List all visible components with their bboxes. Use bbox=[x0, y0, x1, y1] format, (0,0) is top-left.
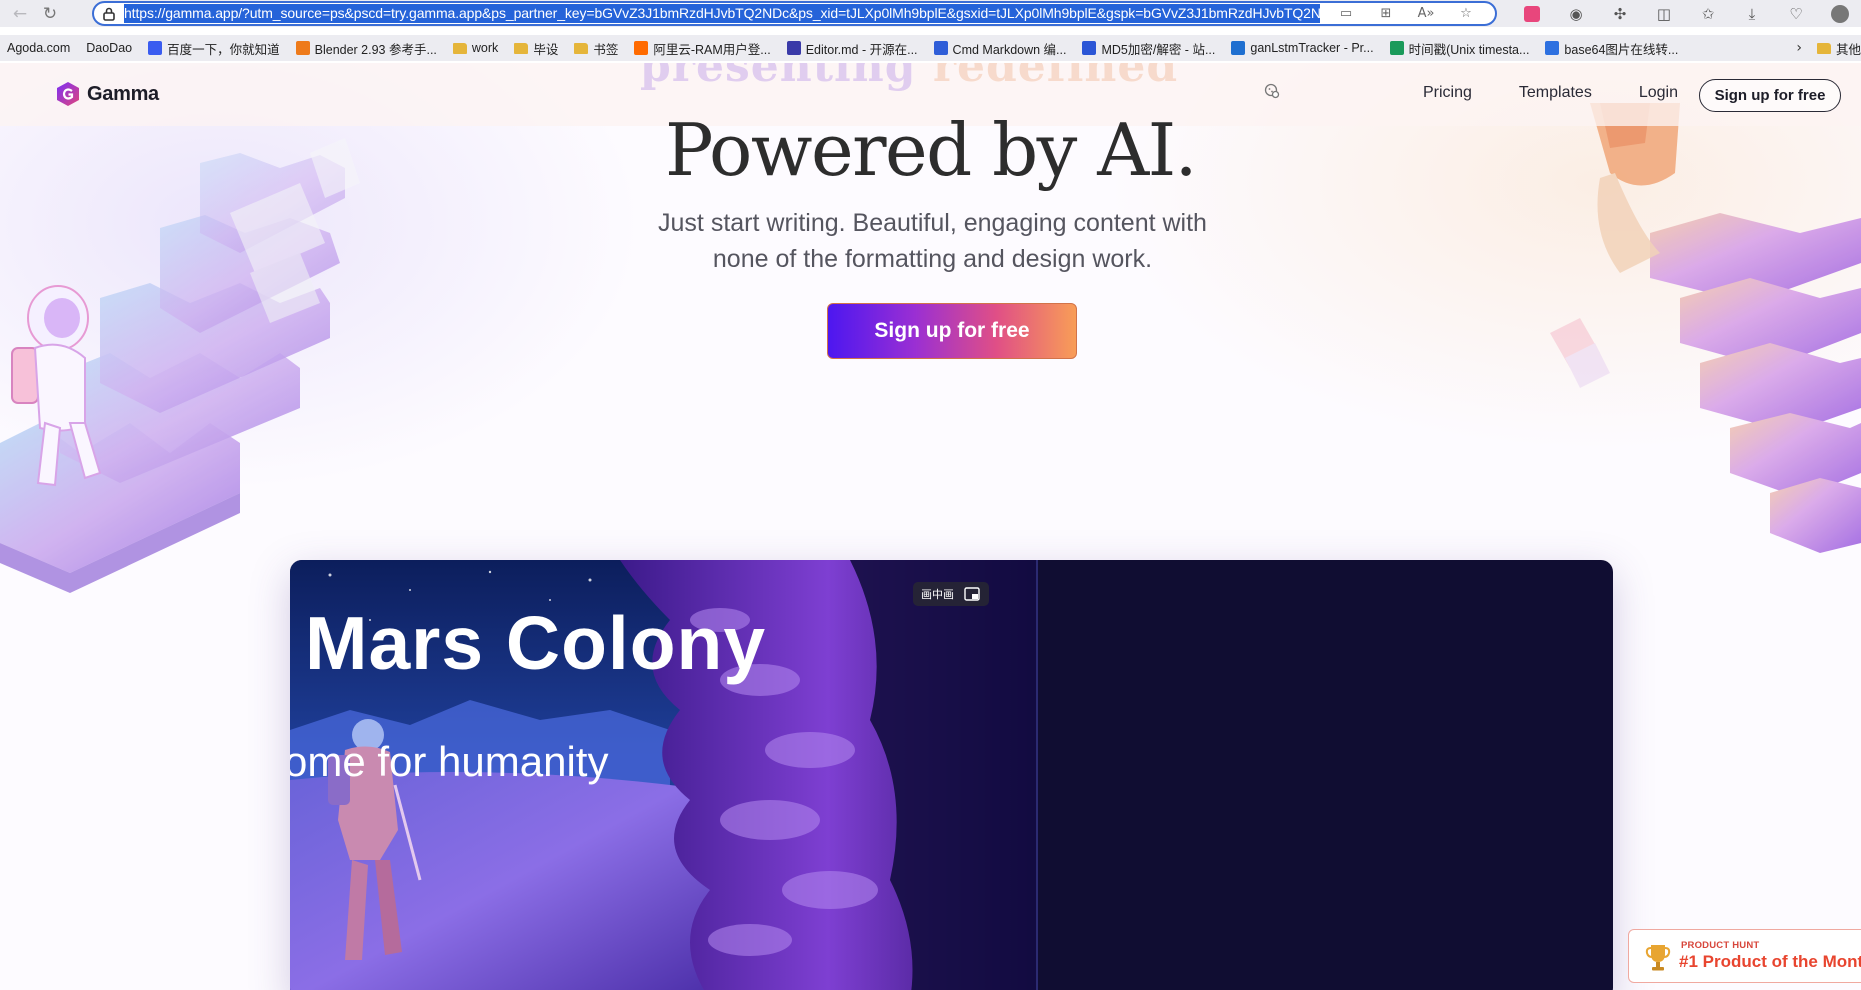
faded-word-redefined: redefined bbox=[932, 63, 1179, 92]
bookmark-item[interactable]: 毕设 bbox=[507, 35, 567, 61]
favorites-icon[interactable]: ✩ bbox=[1686, 0, 1730, 27]
bookmarks-more-chevron-icon[interactable]: › bbox=[1796, 40, 1802, 56]
url-text[interactable]: https://gamma.app/?utm_source=ps&pscd=tr… bbox=[124, 4, 1320, 23]
product-hunt-award: #1 Product of the Month bbox=[1679, 952, 1861, 971]
bookmark-item[interactable]: 阿里云-RAM用户登... bbox=[627, 35, 779, 61]
pip-icon bbox=[964, 587, 980, 601]
cmd-favicon-icon bbox=[933, 41, 948, 55]
hero-signup-button[interactable]: Sign up for free bbox=[827, 303, 1077, 359]
folder-icon bbox=[452, 42, 467, 54]
hero-subtitle: Just start writing. Beautiful, engaging … bbox=[658, 209, 1207, 273]
extension-glasses-icon[interactable]: ◉ bbox=[1554, 0, 1598, 27]
bookmark-label: 时间戳(Unix timesta... bbox=[1408, 42, 1530, 57]
bookmark-label: Cmd Markdown 编... bbox=[952, 42, 1067, 57]
profile-avatar-icon[interactable] bbox=[1818, 0, 1861, 27]
baidu-favicon-icon bbox=[148, 41, 163, 55]
app-available-icon[interactable]: ▭ bbox=[1326, 3, 1366, 24]
bookmark-label: ganLstmTracker - Pr... bbox=[1250, 41, 1374, 55]
bookmark-label: Editor.md - 开源在... bbox=[805, 42, 918, 57]
bookmark-item[interactable]: Cmd Markdown 编... bbox=[927, 35, 1076, 61]
demo-divider bbox=[1036, 560, 1038, 990]
bookmark-label: 百度一下，你就知道 bbox=[167, 42, 280, 57]
bookmark-label: 其他 bbox=[1835, 42, 1861, 57]
product-hunt-label: PRODUCT HUNT bbox=[1681, 940, 1760, 951]
bookmark-item[interactable]: work bbox=[446, 35, 507, 61]
back-arrow-icon[interactable]: ← bbox=[5, 0, 35, 27]
gamma-landing-page: Gamma Pricing Templates Login Sign up fo… bbox=[0, 63, 1861, 990]
pip-label: 画中画 bbox=[921, 589, 954, 601]
faded-word-presenting: presenting bbox=[640, 63, 917, 92]
trophy-icon bbox=[1645, 945, 1671, 971]
bookmark-item[interactable]: base64图片在线转... bbox=[1538, 35, 1687, 61]
bookmark-item[interactable]: Blender 2.93 参考手... bbox=[289, 35, 446, 61]
bookmark-item[interactable]: 书签 bbox=[567, 35, 627, 61]
timestamp-favicon-icon bbox=[1389, 41, 1404, 55]
read-aloud-icon[interactable]: A» bbox=[1406, 3, 1446, 24]
extensions-puzzle-icon[interactable]: ✣ bbox=[1598, 0, 1642, 27]
bookmark-label: 阿里云-RAM用户登... bbox=[653, 42, 771, 57]
bookmark-label: 毕设 bbox=[533, 42, 559, 57]
bookmark-item[interactable]: Editor.md - 开源在... bbox=[780, 35, 927, 61]
bookmark-label: base64图片在线转... bbox=[1564, 42, 1679, 57]
faded-headline-scrolled: presenting redefined bbox=[640, 63, 1178, 92]
blender-favicon-icon bbox=[295, 41, 310, 55]
aliyun-favicon-icon bbox=[634, 41, 649, 55]
folder-icon bbox=[1816, 42, 1831, 54]
bookmark-item[interactable]: ganLstmTracker - Pr... bbox=[1224, 35, 1382, 61]
bookmark-label: 书签 bbox=[593, 42, 619, 57]
bookmark-label: work bbox=[471, 41, 499, 55]
bookmark-item[interactable]: MD5加密/解密 - 站... bbox=[1075, 35, 1224, 61]
on-favicon-icon bbox=[1231, 41, 1246, 55]
bookmarks-bar: Agoda.com DaoDao 百度一下，你就知道 Blender 2.93 参考手… bbox=[0, 35, 1861, 112]
picture-in-picture-button[interactable]: 画中画 bbox=[913, 582, 989, 606]
extension-translate-icon[interactable] bbox=[1510, 0, 1554, 27]
demo-presentation-card[interactable]: Mars Colony ome for humanity 画中画 bbox=[290, 560, 1613, 990]
bookmark-label: Agoda.com bbox=[7, 41, 71, 55]
lock-icon[interactable] bbox=[94, 7, 124, 21]
folder-icon bbox=[514, 42, 529, 54]
md5-favicon-icon bbox=[1082, 41, 1097, 55]
demo-slide-title: Mars Colony bbox=[305, 601, 767, 685]
browser-essentials-icon[interactable]: ♡ bbox=[1774, 0, 1818, 27]
hero-title: Powered by AI. bbox=[664, 108, 1198, 192]
demo-slide-subtitle: ome for humanity bbox=[290, 738, 609, 785]
address-bar[interactable]: https://gamma.app/?utm_source=ps&pscd=tr… bbox=[92, 1, 1497, 26]
bookmark-label: DaoDao bbox=[86, 41, 133, 55]
bookmark-item[interactable]: 百度一下，你就知道 bbox=[141, 35, 289, 61]
reload-icon[interactable]: ↻ bbox=[35, 0, 65, 27]
folder-icon bbox=[574, 42, 589, 54]
product-hunt-badge[interactable]: PRODUCT HUNT #1 Product of the Month bbox=[1628, 929, 1861, 983]
bookmark-item[interactable]: Agoda.com bbox=[0, 35, 79, 112]
grid-apps-icon[interactable]: ⊞ bbox=[1366, 3, 1406, 24]
editormd-favicon-icon bbox=[786, 41, 801, 55]
browser-toolbar: ← ↻ https://gamma.app/?utm_source=ps&psc… bbox=[0, 0, 1861, 27]
downloads-icon[interactable]: ⤓ bbox=[1730, 0, 1774, 27]
bookmark-item[interactable]: 时间戳(Unix timesta... bbox=[1383, 35, 1539, 61]
split-screen-icon[interactable]: ◫ bbox=[1642, 0, 1686, 27]
favorite-star-icon[interactable]: ☆ bbox=[1446, 3, 1486, 24]
bookmark-label: Blender 2.93 参考手... bbox=[314, 42, 437, 57]
base64-favicon-icon bbox=[1545, 41, 1560, 55]
bookmark-item[interactable]: DaoDao bbox=[0, 35, 141, 112]
bookmark-label: MD5加密/解密 - 站... bbox=[1101, 42, 1216, 57]
bookmark-other-folder[interactable]: 其他 bbox=[1810, 35, 1861, 61]
